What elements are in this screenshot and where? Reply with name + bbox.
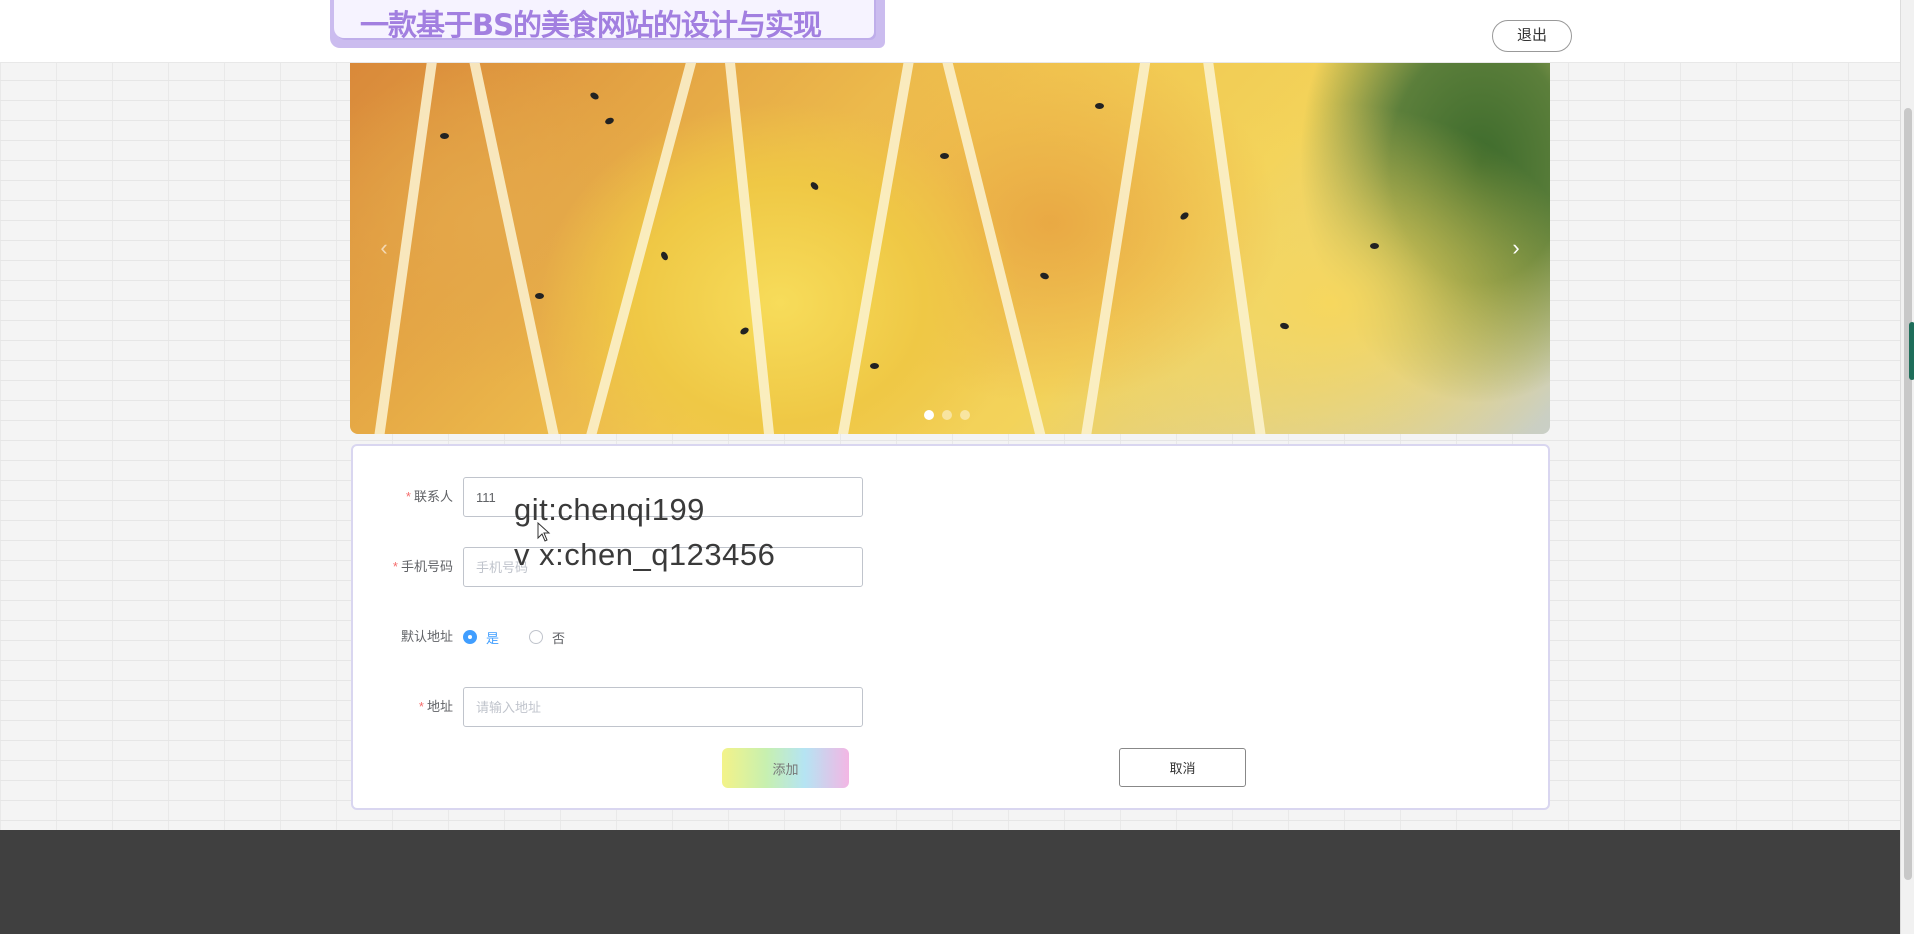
- form-row-default-address: 默认地址 是 否: [353, 617, 1253, 657]
- contact-label: * 联系人: [405, 489, 453, 504]
- radio-default-no[interactable]: 否: [529, 628, 565, 647]
- site-title-banner: 一款基于BS的美食网站的设计与实现: [330, 0, 885, 48]
- page-footer: [0, 830, 1900, 934]
- scrollbar-thumb[interactable]: [1904, 108, 1912, 880]
- mouse-cursor-icon: [537, 522, 551, 542]
- top-header: 一款基于BS的美食网站的设计与实现 退出: [0, 0, 1900, 63]
- default-address-radio-group: 是 否: [463, 617, 565, 657]
- site-title-banner-inner: 一款基于BS的美食网站的设计与实现: [334, 0, 874, 42]
- logout-button[interactable]: 退出: [1492, 20, 1572, 52]
- default-address-label: 默认地址: [400, 629, 453, 644]
- carousel-indicators: [924, 410, 970, 420]
- required-mark: *: [392, 559, 398, 574]
- address-label: * 地址: [418, 699, 453, 714]
- form-row-address: * 地址: [353, 687, 1253, 727]
- site-title: 一款基于BS的美食网站的设计与实现: [360, 8, 822, 42]
- carousel-dot[interactable]: [924, 410, 934, 420]
- address-input[interactable]: [463, 687, 863, 727]
- radio-checked-icon: [463, 630, 477, 644]
- carousel-dot[interactable]: [942, 410, 952, 420]
- phone-label: * 手机号码: [392, 559, 453, 574]
- form-row-phone: * 手机号码: [353, 547, 1253, 587]
- radio-default-yes[interactable]: 是: [463, 628, 499, 647]
- required-mark: *: [405, 489, 411, 504]
- carousel-prev-button[interactable]: ‹: [366, 231, 402, 267]
- radio-unchecked-icon: [529, 630, 544, 644]
- form-row-contact: * 联系人: [353, 477, 1253, 517]
- required-mark: *: [418, 699, 424, 714]
- scroll-position-marker: [1909, 322, 1914, 380]
- cancel-button[interactable]: 取消: [1119, 748, 1246, 787]
- carousel-food-image: [350, 63, 1550, 434]
- carousel-next-button[interactable]: ›: [1498, 231, 1534, 267]
- carousel-dot[interactable]: [960, 410, 970, 420]
- vertical-scrollbar[interactable]: [1900, 0, 1914, 934]
- food-carousel[interactable]: ‹ ›: [350, 63, 1550, 434]
- add-button[interactable]: 添加: [722, 748, 849, 788]
- watermark-wechat: v x:chen_q123456: [514, 537, 776, 572]
